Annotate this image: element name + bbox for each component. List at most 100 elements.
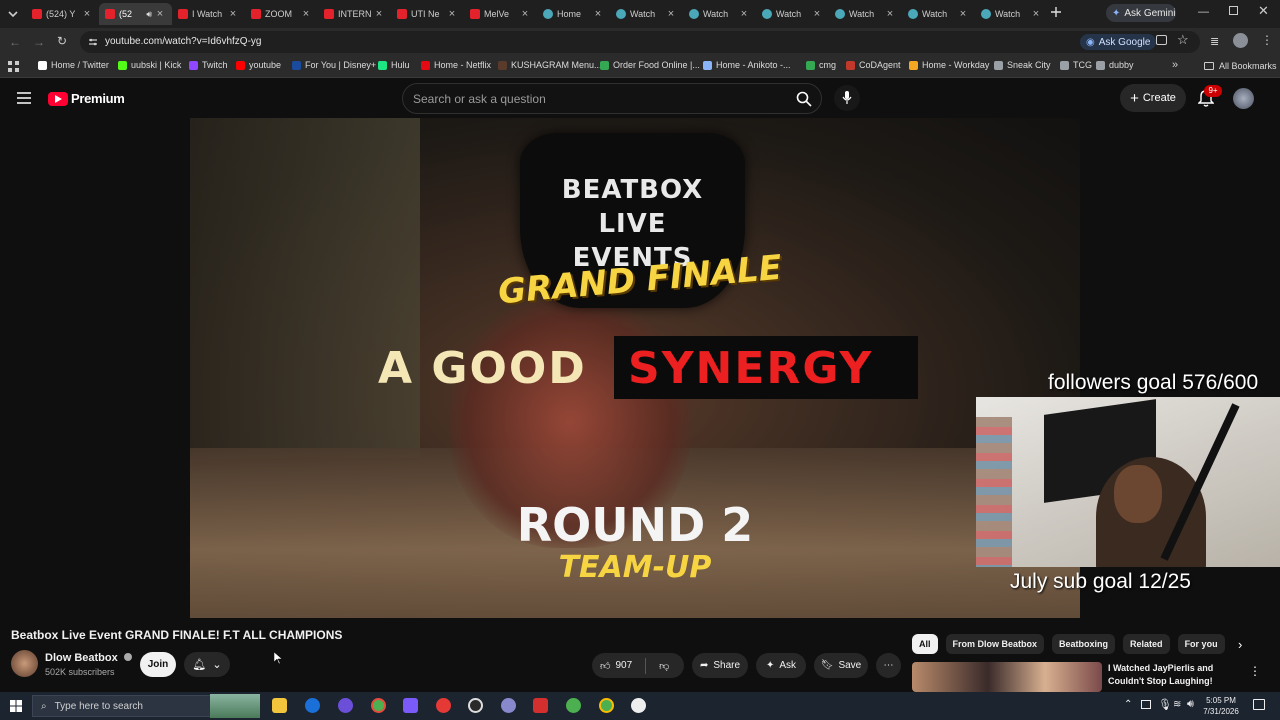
filter-chip[interactable]: From Dlow Beatbox [945, 634, 1045, 654]
tab-close-icon[interactable]: × [154, 8, 166, 20]
reload-icon[interactable]: ↻ [57, 34, 67, 48]
obs-studio-icon[interactable] [468, 698, 483, 713]
more-actions-button[interactable]: ⋯ [876, 653, 901, 678]
bookmark-item[interactable]: Hulu [378, 60, 410, 70]
like-button[interactable]: 👍︎ 907 [600, 660, 632, 672]
share-button[interactable]: ➦ Share [692, 653, 748, 678]
chrome-second-icon[interactable] [599, 698, 614, 713]
wifi-icon[interactable]: ≋ [1173, 699, 1181, 710]
browser-tab[interactable]: ZOOM × [245, 3, 318, 25]
browser-menu-icon[interactable]: ⋮ [1261, 33, 1273, 47]
bookmark-item[interactable]: cmg [806, 60, 836, 70]
tab-close-icon[interactable]: × [227, 8, 239, 20]
browser-tab[interactable]: Watch × [975, 3, 1048, 25]
windows-start-icon[interactable] [10, 700, 22, 712]
browser-tab[interactable]: (52 🔊︎ × [99, 3, 172, 25]
bookmark-item[interactable]: KUSHAGRAM Menu... [498, 60, 602, 70]
dislike-button[interactable]: 👎︎ [659, 660, 669, 672]
filter-chip[interactable]: Related [1123, 634, 1170, 654]
edge-browser-icon[interactable] [305, 698, 320, 713]
tab-close-icon[interactable]: × [957, 8, 969, 20]
system-tray-chevron-icon[interactable]: ⌃ [1124, 699, 1132, 710]
chrome-icon[interactable] [371, 698, 386, 713]
browser-tab[interactable]: Home × [537, 3, 610, 25]
youtube-logo[interactable]: Premium [48, 91, 125, 106]
notification-center-icon[interactable] [1253, 699, 1265, 710]
app-sphere-icon[interactable] [501, 698, 516, 713]
forward-arrow-icon[interactable]: → [33, 35, 45, 49]
microphone-tray-icon[interactable]: 🎙︎ [1158, 698, 1172, 711]
tab-audio-icon[interactable]: 🔊︎ [146, 9, 152, 20]
tab-close-icon[interactable]: × [811, 8, 823, 20]
close-window-icon[interactable]: ✕ [1258, 3, 1269, 19]
tab-close-icon[interactable]: × [446, 8, 458, 20]
bookmark-item[interactable]: Home - Netflix [421, 60, 491, 70]
browser-tab[interactable]: UTI Ne × [391, 3, 464, 25]
file-explorer-icon[interactable] [272, 698, 287, 713]
recommendation-thumbnail[interactable] [912, 662, 1102, 692]
browser-tab[interactable]: Watch × [829, 3, 902, 25]
tab-close-icon[interactable]: × [81, 8, 93, 20]
tab-search-chevron-icon[interactable] [6, 7, 20, 21]
chrome-profile-icon[interactable] [566, 698, 581, 713]
browser-tab[interactable]: (524) Y × [26, 3, 99, 25]
bookmark-item[interactable]: Order Food Online |... [600, 60, 700, 70]
channel-name-label[interactable]: Dlow Beatbox [45, 652, 118, 664]
more-bookmarks-chevron-icon[interactable]: » [1172, 59, 1178, 71]
filter-chip[interactable]: All [912, 634, 938, 654]
browser-tab[interactable]: Watch × [683, 3, 756, 25]
browser-tab[interactable]: MelVe × [464, 3, 537, 25]
tab-close-icon[interactable]: × [1030, 8, 1042, 20]
browser-tab[interactable]: INTERN × [318, 3, 391, 25]
bookmark-item[interactable]: CoDAgent [846, 60, 901, 70]
tab-close-icon[interactable]: × [738, 8, 750, 20]
media-controls-icon[interactable]: ≣ [1210, 35, 1219, 48]
site-info-icon[interactable] [88, 37, 98, 47]
tab-close-icon[interactable]: × [884, 8, 896, 20]
taskbar-clock[interactable]: 5:05 PM 7/31/2026 [1196, 695, 1246, 717]
search-icon[interactable] [796, 91, 812, 107]
all-bookmarks-button[interactable]: All Bookmarks [1204, 61, 1277, 71]
bookmark-item[interactable]: Home - Workday [909, 60, 989, 70]
url-text[interactable]: youtube.com/watch?v=Id6vhfzQ-yg [105, 36, 261, 47]
volume-icon[interactable]: 🔊︎ [1187, 698, 1194, 711]
ask-google-button[interactable]: ◉ Ask Google [1080, 34, 1157, 50]
tab-close-icon[interactable]: × [373, 8, 385, 20]
search-input[interactable]: Search or ask a question [413, 92, 546, 106]
voice-search-button[interactable] [834, 85, 860, 111]
bookmark-star-icon[interactable]: ☆ [1177, 32, 1189, 48]
tab-close-icon[interactable]: × [519, 8, 531, 20]
bookmark-item[interactable]: Home / Twitter [38, 60, 109, 70]
create-button[interactable]: + Create [1120, 84, 1186, 112]
game-controller-icon[interactable] [403, 698, 418, 713]
restore-window-icon[interactable] [1229, 6, 1238, 15]
bookmark-item[interactable]: Sneak City [994, 60, 1051, 70]
tab-close-icon[interactable]: × [300, 8, 312, 20]
video-player[interactable]: BEATBOX LIVE EVENTS GRAND FINALE A GOOD … [190, 118, 1080, 618]
guide-menu-icon[interactable] [17, 92, 31, 104]
browser-tab[interactable]: Watch × [756, 3, 829, 25]
bookmark-item[interactable]: dubby [1096, 60, 1134, 70]
taskbar-search-input[interactable]: Type here to search [55, 701, 143, 712]
bookmark-item[interactable]: youtube [236, 60, 281, 70]
save-button[interactable]: 🔖︎ Save [814, 653, 868, 678]
filter-chip[interactable]: For you [1177, 634, 1225, 654]
tab-close-icon[interactable]: × [665, 8, 677, 20]
join-button[interactable]: Join [140, 652, 176, 677]
bookmark-item[interactable]: Home - Anikoto -... [703, 60, 791, 70]
back-arrow-icon[interactable]: ← [9, 35, 21, 49]
subscribed-notifications-button[interactable]: 🔔︎ ⌄ [184, 652, 230, 677]
pdf-reader-icon[interactable] [533, 698, 548, 713]
recommendation-title[interactable]: I Watched JayPierlis and Couldn't Stop L… [1108, 662, 1248, 688]
browser-tab[interactable]: I Watch × [172, 3, 245, 25]
new-tab-button[interactable] [1050, 6, 1062, 18]
tab-close-icon[interactable]: × [592, 8, 604, 20]
chips-next-chevron-icon[interactable]: › [1238, 637, 1242, 652]
ask-button[interactable]: ✦ Ask [756, 653, 806, 678]
search-highlights-image[interactable] [210, 694, 260, 718]
minimize-window-icon[interactable]: — [1198, 6, 1209, 18]
search-box[interactable]: Search or ask a question [402, 83, 822, 114]
ask-gemini-button[interactable]: ✦ Ask Gemini [1106, 4, 1176, 22]
channel-avatar[interactable] [11, 650, 38, 677]
apps-grid-icon[interactable] [8, 61, 19, 72]
